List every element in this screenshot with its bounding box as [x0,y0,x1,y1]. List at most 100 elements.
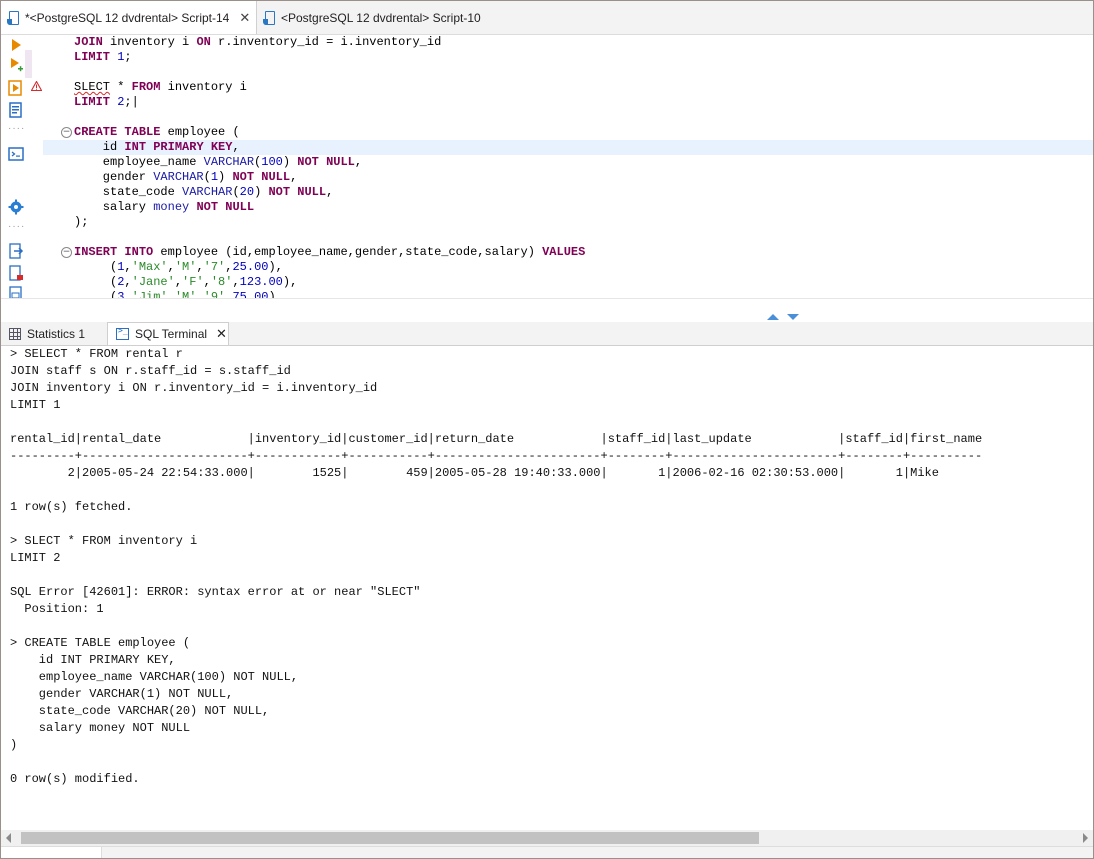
code-token: ) [254,185,269,199]
code-token: , [232,140,240,154]
code-line[interactable]: gender VARCHAR(1) NOT NULL, [43,170,1093,185]
terminal-line: salary money NOT NULL [10,721,191,735]
code-token: ; [124,50,132,64]
code-line[interactable]: id INT PRIMARY KEY, [43,140,1093,155]
execute-statement-icon[interactable] [8,37,24,53]
terminal-line: state_code VARCHAR(20) NOT NULL, [10,704,270,718]
code-line[interactable]: state_code VARCHAR(20) NOT NULL, [43,185,1093,200]
code-line[interactable]: ); [43,215,1093,230]
code-token: gender [74,170,154,184]
code-line[interactable]: LIMIT 1; [43,50,1093,65]
code-token: VALUES [542,245,586,259]
code-token: ( [74,275,118,289]
code-token: NULL [297,185,327,199]
export-icon[interactable] [8,243,24,259]
terminal-line: ---------+-----------------------+------… [10,449,983,463]
show-terminal-icon[interactable] [8,146,24,162]
execute-in-new-tab-icon[interactable] [8,80,24,96]
sql-terminal-output[interactable]: > SELECT * FROM rental r JOIN staff s ON … [1,346,1093,830]
code-line[interactable] [43,110,1093,125]
code-token: , [124,290,132,298]
terminal-line: JOIN staff s ON r.staff_id = s.staff_id [10,364,291,378]
code-token: LIMIT [74,95,111,109]
toolbar-separator: ···· [8,123,26,134]
terminal-icon [116,326,129,340]
code-token: , [354,155,363,169]
tab-statistics-1[interactable]: Statistics 1 [1,322,105,345]
code-token: , [196,260,204,274]
status-strip [1,846,1093,858]
code-token: 'M' [174,260,197,274]
code-line[interactable]: − CREATE TABLE employee ( [43,125,1093,140]
code-line[interactable]: SLECT * FROM inventory i [43,80,1093,95]
code-token: ( [74,290,118,298]
code-token: 'Jim' [131,290,168,298]
code-line[interactable]: employee_name VARCHAR(100) NOT NULL, [43,155,1093,170]
code-line[interactable] [43,230,1093,245]
code-token: , [124,275,132,289]
code-token: 'Max' [131,260,168,274]
sql-editor[interactable]: JOIN inventory i ON r.inventory_id = i.i… [43,35,1093,298]
panel-splitter[interactable] [1,298,1093,323]
code-line[interactable]: JOIN inventory i ON r.inventory_id = i.i… [43,35,1093,50]
tab-script-14[interactable]: *<PostgreSQL 12 dvdrental> Script-14 ✕ [1,1,257,34]
code-token: NOT [268,185,291,199]
fold-toggle-icon[interactable]: − [61,247,72,258]
explain-plan-icon[interactable] [8,102,24,118]
results-tab-bar: Statistics 1 SQL Terminal ✕ [1,322,1093,346]
sql-code[interactable]: JOIN inventory i ON r.inventory_id = i.i… [43,35,1093,298]
code-line[interactable]: − INSERT INTO employee (id,employee_name,… [43,245,1093,260]
code-line[interactable] [43,65,1093,80]
terminal-line: > SELECT * FROM rental r [10,347,183,361]
terminal-line: 0 row(s) modified. [10,772,140,786]
code-token: 100 [261,155,283,169]
tab-sql-terminal[interactable]: SQL Terminal ✕ [107,322,229,345]
fold-toggle-icon[interactable]: − [61,127,72,138]
code-token: employee (id,employee_name,gender,state_… [153,245,543,259]
maximize-restore-arrows-icon[interactable] [766,313,806,321]
terminal-line: > CREATE TABLE employee ( [10,636,191,650]
close-icon[interactable]: ✕ [216,326,227,342]
code-line[interactable]: (3,'Jim','M','9',75.00), [43,290,1093,298]
scrollbar-thumb[interactable] [21,832,759,844]
code-token: ON [196,35,211,49]
code-token: ( [232,185,240,199]
code-token: , [167,260,175,274]
code-token: , [174,275,183,289]
code-token: FROM [131,80,161,94]
scroll-left-arrow-icon[interactable] [6,833,11,843]
change-marker [25,50,32,78]
close-icon[interactable]: ✕ [239,10,250,26]
terminal-line: JOIN inventory i ON r.inventory_id = i.i… [10,381,378,395]
error-warning-icon[interactable] [31,81,42,91]
code-token: NULL [261,170,291,184]
code-token: SLECT [74,80,111,94]
code-line[interactable]: salary money NOT NULL [43,200,1093,215]
code-line[interactable]: (1,'Max','M','7',25.00), [43,260,1093,275]
code-token: , [232,275,240,289]
terminal-line: LIMIT 1 [10,398,61,412]
code-token: VARCHAR [203,155,255,169]
terminal-line: employee_name VARCHAR(100) NOT NULL, [10,670,299,684]
code-token: 'F' [182,275,204,289]
new-script-icon[interactable] [8,265,24,281]
code-line[interactable]: (2,'Jane','F','8',123.00), [43,275,1093,290]
execute-script-icon[interactable] [8,57,24,73]
scroll-right-arrow-icon[interactable] [1083,833,1088,843]
tab-script-10[interactable]: <PostgreSQL 12 dvdrental> Script-10 [257,1,487,34]
grid-icon [9,327,21,340]
code-line[interactable]: LIMIT 2;| [43,95,1093,110]
terminal-line: > SLECT * FROM inventory i [10,534,198,548]
code-token: , [196,290,204,298]
terminal-line: 1 row(s) fetched. [10,500,133,514]
settings-icon[interactable] [8,199,24,215]
code-token: '9' [203,290,226,298]
code-token: ) [282,155,298,169]
code-token: 1 [210,170,219,184]
code-token: ( [203,170,211,184]
horizontal-scrollbar[interactable] [1,830,1093,846]
terminal-line: SQL Error [42601]: ERROR: syntax error a… [10,585,421,599]
